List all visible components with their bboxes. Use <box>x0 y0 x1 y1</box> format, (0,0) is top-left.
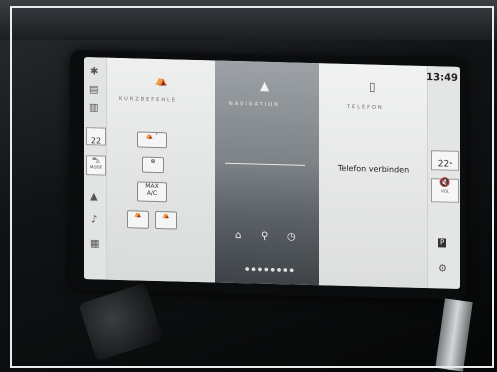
image-frame <box>10 6 494 368</box>
photo-background: ✱ ▤ ▥ 22 ⛍ MODE ▲ ♪ ▦ ⛺ KURZBEFEHLE ⛺ ˅ … <box>0 0 497 372</box>
